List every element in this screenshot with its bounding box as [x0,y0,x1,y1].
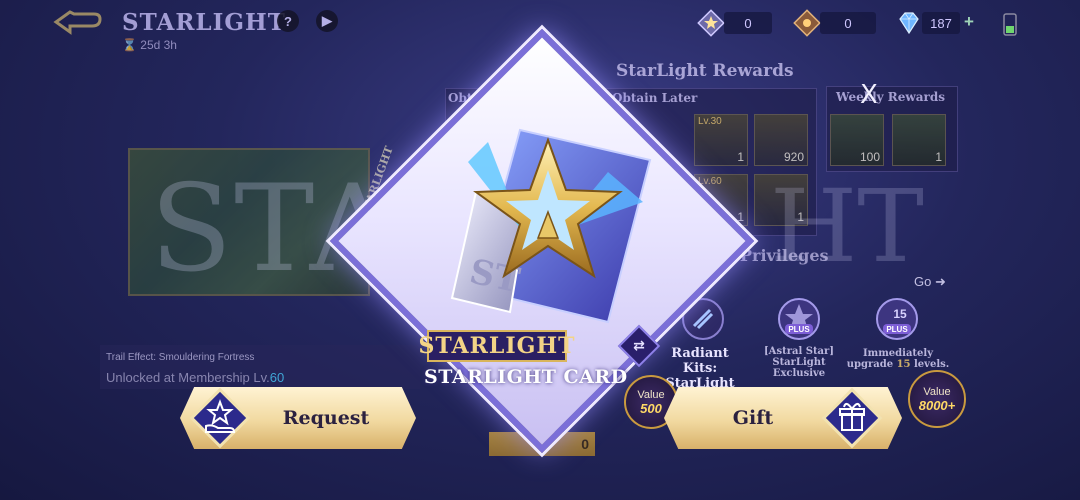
item-count: 920 [783,150,804,164]
upgrade-text: Immediately upgrade 15 levels. [846,348,950,370]
item-level: Lv.30 [698,116,722,127]
level-upgrade-icon: 15 PLUS [876,298,918,340]
upgrade-prefix: upgrade [846,359,897,370]
card-name: STARLIGHT CARD [424,366,628,388]
weekly-reward-item[interactable]: 100 [830,114,884,166]
unlock-requirement: Unlocked at Membership Lv.60 [106,370,284,385]
battery-icon [1003,13,1017,36]
astral-line-1: [Astral Star] [763,346,835,357]
diamond-icon [899,12,919,35]
privileges-title: Privileges [740,246,829,265]
timer-value: 25d 3h [140,38,177,52]
upgrade-line-1: Immediately [862,348,934,359]
value-number: 8000+ [918,397,956,413]
upgrade-suffix: levels. [910,359,950,370]
weekly-rewards-title: Weekly Rewards [836,90,945,104]
starlight-ticket-count: 0 [724,12,772,34]
item-count: 1 [935,150,942,164]
trail-effect-label: Trail Effect: Smouldering Fortress [106,352,255,363]
card-title-banner: STARLIGHT [418,330,575,362]
add-diamonds-button[interactable]: + [964,12,974,32]
unlock-level: 60 [269,370,285,385]
svg-text:15: 15 [893,307,907,321]
go-link[interactable]: Go ➜ [914,274,946,290]
starlight-ticket-icon [697,9,725,37]
go-label: Go [914,274,932,289]
obtain-later-label: Obtain Later [612,91,698,105]
astral-star-icon: PLUS [778,298,820,340]
page-title: STARLIGHT [122,9,286,36]
value-label: Value [637,388,665,401]
item-count: 1 [737,150,744,164]
astral-star-text: [Astral Star] StarLight Exclusive [756,346,842,379]
svg-text:PLUS: PLUS [788,325,810,334]
starlight-card-art-icon: ST [450,128,652,324]
item-count: 100 [859,150,880,164]
reward-item[interactable]: Lv.30 1 [694,114,748,166]
diamond-count: 187 [922,12,960,34]
value-number: 500 [640,400,662,416]
reward-item[interactable]: 920 [754,114,808,166]
help-button[interactable]: ? [277,10,299,32]
item-level: Lv.60 [698,176,722,187]
swap-icon: ⇄ [633,338,645,354]
astral-line-3: Exclusive [772,368,826,379]
play-video-button[interactable]: ▶ [316,10,338,32]
svg-text:PLUS: PLUS [886,325,908,334]
value-badge-right: Value 8000+ [908,370,966,428]
bg-logo-text-right: HT [770,168,924,285]
gift-box-icon [821,387,883,449]
request-hand-star-icon [189,387,251,449]
skin-fragment-icon [793,9,821,37]
season-timer: ⌛ 25d 3h [122,38,177,52]
item-count: 1 [737,210,744,224]
unlock-prefix: Unlocked at Membership Lv. [106,370,270,385]
weekly-reward-item[interactable]: 1 [892,114,946,166]
upgrade-line-2: upgrade 15 levels. [846,359,950,370]
skin-fragment-count: 0 [820,12,876,34]
rewards-section-title: StarLight Rewards [616,61,794,81]
upgrade-levels: 15 [896,359,911,370]
close-button[interactable]: X [860,80,878,110]
astral-line-2: StarLight [772,357,826,368]
back-arrow-icon[interactable] [52,8,106,36]
value-label: Value [923,385,951,398]
